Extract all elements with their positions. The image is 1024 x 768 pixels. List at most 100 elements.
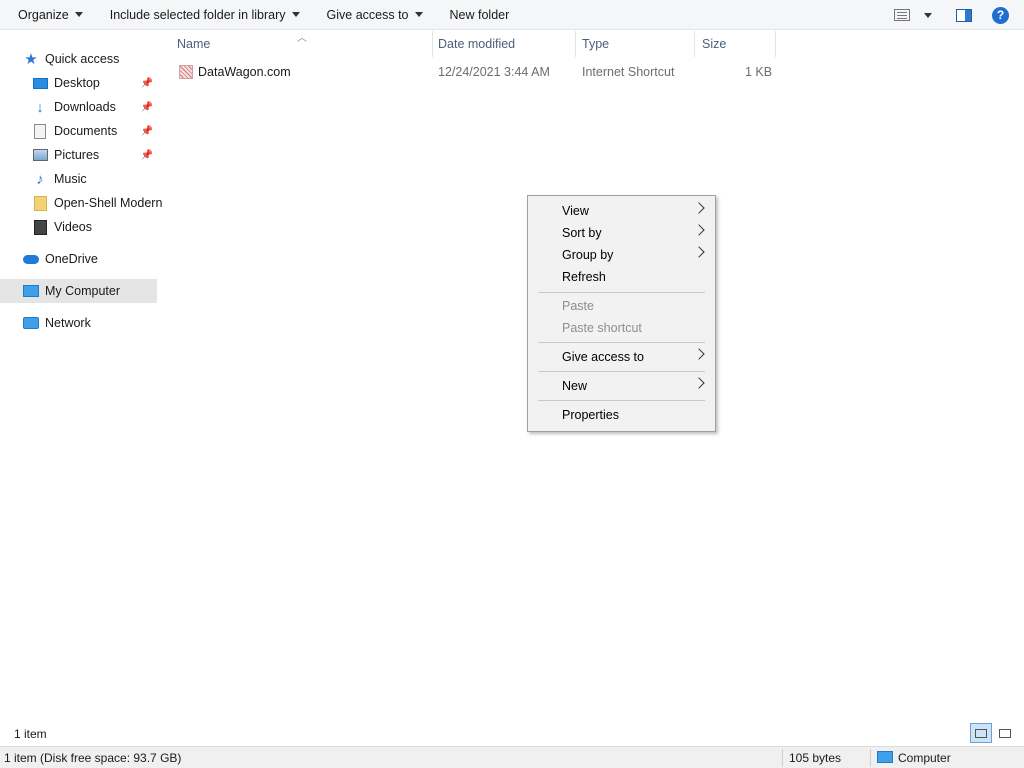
menu-separator bbox=[538, 371, 705, 372]
column-date-modified[interactable]: Date modified bbox=[431, 31, 575, 57]
column-divider[interactable] bbox=[775, 31, 776, 57]
nav-my-computer[interactable]: My Computer bbox=[0, 279, 157, 303]
menu-item-refresh[interactable]: Refresh bbox=[530, 266, 713, 288]
location-status: Computer bbox=[898, 751, 951, 765]
nav-label: Open-Shell Modern bbox=[54, 196, 163, 210]
dropdown-caret-icon bbox=[74, 12, 83, 17]
nav-onedrive[interactable]: OneDrive bbox=[0, 247, 157, 271]
menu-label: New bbox=[562, 379, 588, 393]
nav-label: Quick access bbox=[45, 52, 120, 66]
column-size[interactable]: Size bbox=[695, 31, 775, 57]
file-size: 1 KB bbox=[745, 65, 773, 79]
menu-separator bbox=[538, 342, 705, 343]
organize-label: Organize bbox=[18, 7, 69, 22]
menu-label: Sort by bbox=[562, 226, 602, 240]
pin-icon: 📌 bbox=[140, 149, 153, 161]
pin-icon: 📌 bbox=[140, 101, 153, 113]
status-divider bbox=[870, 749, 871, 767]
video-icon bbox=[32, 219, 48, 235]
chevron-right-icon bbox=[693, 246, 705, 258]
download-arrow-icon: ↓ bbox=[36, 98, 44, 116]
menu-separator bbox=[538, 292, 705, 293]
nav-network[interactable]: Network bbox=[0, 311, 157, 335]
large-icons-view-icon bbox=[999, 728, 1011, 738]
nav-label: OneDrive bbox=[45, 252, 98, 266]
column-name[interactable]: Name bbox=[170, 31, 432, 57]
column-size-label: Size bbox=[702, 37, 727, 51]
nav-item-downloads[interactable]: ↓ Downloads 📌 bbox=[0, 95, 157, 119]
nav-label: Documents bbox=[54, 124, 118, 138]
command-bar: Organize Include selected folder in libr… bbox=[0, 0, 1024, 30]
menu-item-paste-shortcut[interactable]: Paste shortcut bbox=[530, 317, 713, 339]
menu-label: View bbox=[562, 204, 589, 218]
layout-toggle-group bbox=[968, 723, 1016, 743]
cloud-icon bbox=[23, 251, 39, 267]
include-in-library-button[interactable]: Include selected folder in library bbox=[101, 0, 309, 30]
menu-item-view[interactable]: View bbox=[530, 200, 713, 222]
menu-item-new[interactable]: New bbox=[530, 375, 713, 397]
nav-item-open-shell-modern[interactable]: Open-Shell Modern bbox=[0, 191, 162, 215]
preview-pane-icon[interactable] bbox=[956, 8, 972, 22]
file-name: DataWagon.com bbox=[198, 65, 291, 79]
column-header-row: ︿ Name Date modified Type Size bbox=[170, 31, 776, 57]
pin-icon: 📌 bbox=[140, 77, 153, 89]
nav-label: Downloads bbox=[54, 100, 116, 114]
menu-separator bbox=[538, 400, 705, 401]
nav-label: Videos bbox=[54, 220, 92, 234]
menu-label: Refresh bbox=[562, 270, 606, 284]
menu-item-properties[interactable]: Properties bbox=[530, 404, 713, 426]
star-icon: ★ bbox=[24, 51, 38, 68]
menu-item-group-by[interactable]: Group by bbox=[530, 244, 713, 266]
menu-label: Group by bbox=[562, 248, 614, 262]
menu-item-paste[interactable]: Paste bbox=[530, 295, 713, 317]
nav-label: Network bbox=[45, 316, 91, 330]
nav-item-videos[interactable]: Videos bbox=[0, 215, 157, 239]
menu-label: Paste bbox=[562, 299, 594, 313]
menu-item-sort-by[interactable]: Sort by bbox=[530, 222, 713, 244]
status-bar: 1 item (Disk free space: 93.7 GB) 105 by… bbox=[0, 746, 1024, 768]
context-menu: View Sort by Group by Refresh Paste Past… bbox=[527, 195, 716, 432]
chevron-right-icon bbox=[693, 348, 705, 360]
dropdown-caret-icon bbox=[291, 12, 300, 17]
nav-label: My Computer bbox=[45, 284, 121, 298]
nav-item-music[interactable]: ♪ Music bbox=[0, 167, 157, 191]
chevron-right-icon bbox=[693, 202, 705, 214]
give-access-label: Give access to bbox=[326, 7, 409, 22]
size-status: 105 bytes bbox=[789, 751, 842, 765]
organize-button[interactable]: Organize bbox=[9, 0, 92, 30]
change-view-button[interactable] bbox=[894, 9, 932, 21]
menu-label: Paste shortcut bbox=[562, 321, 642, 335]
pin-icon: 📌 bbox=[140, 125, 153, 137]
computer-icon bbox=[877, 751, 893, 763]
computer-icon bbox=[23, 283, 39, 299]
internet-shortcut-icon bbox=[179, 65, 193, 79]
new-folder-button[interactable]: New folder bbox=[441, 0, 519, 30]
dropdown-caret-icon bbox=[414, 12, 423, 17]
folder-icon bbox=[32, 195, 48, 211]
details-layout-button[interactable] bbox=[970, 723, 992, 743]
status-divider bbox=[782, 749, 783, 767]
menu-item-give-access[interactable]: Give access to bbox=[530, 346, 713, 368]
document-icon bbox=[32, 123, 48, 139]
give-access-button[interactable]: Give access to bbox=[318, 0, 432, 30]
nav-item-pictures[interactable]: Pictures 📌 bbox=[0, 143, 157, 167]
item-count: 1 item bbox=[14, 727, 47, 741]
file-row[interactable]: DataWagon.com 12/24/2021 3:44 AM Interne… bbox=[170, 61, 776, 83]
new-folder-label: New folder bbox=[449, 7, 510, 22]
network-icon bbox=[23, 315, 39, 331]
column-date-label: Date modified bbox=[438, 37, 516, 51]
nav-label: Music bbox=[54, 172, 87, 186]
music-note-icon: ♪ bbox=[36, 170, 44, 188]
desktop-icon bbox=[32, 75, 48, 91]
large-icons-layout-button[interactable] bbox=[994, 723, 1016, 743]
nav-item-documents[interactable]: Documents 📌 bbox=[0, 119, 157, 143]
column-type[interactable]: Type bbox=[575, 31, 694, 57]
nav-quick-access[interactable]: ★ Quick access bbox=[0, 47, 157, 71]
disk-space-status: 1 item (Disk free space: 93.7 GB) bbox=[4, 751, 182, 765]
item-count-bar: 1 item bbox=[0, 722, 1024, 744]
column-type-label: Type bbox=[582, 37, 610, 51]
include-library-label: Include selected folder in library bbox=[109, 7, 286, 22]
nav-item-desktop[interactable]: Desktop 📌 bbox=[0, 71, 157, 95]
nav-label: Desktop bbox=[54, 76, 100, 90]
help-icon[interactable]: ? bbox=[992, 6, 1009, 24]
